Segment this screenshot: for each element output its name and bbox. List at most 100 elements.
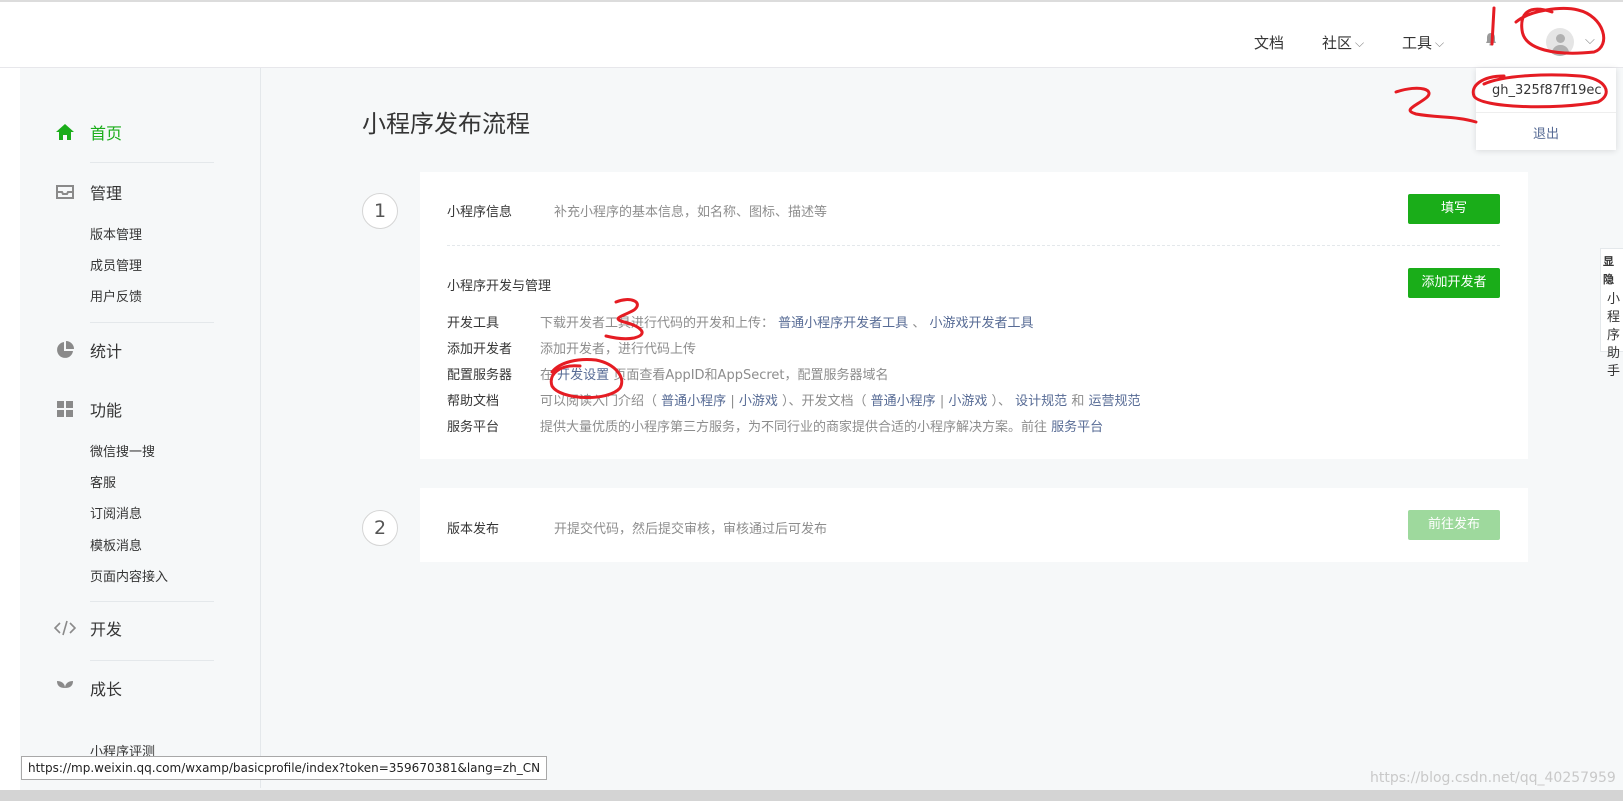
dev-settings-link[interactable]: 开发设置 bbox=[557, 368, 609, 383]
annotation-mark: 2 bbox=[1400, 91, 1401, 93]
sidebar-item-label: 开发 bbox=[90, 620, 123, 639]
sidebar-item-label: 成长 bbox=[90, 680, 123, 699]
chevron-down-icon: ⌵ bbox=[1355, 36, 1365, 50]
row-label: 配置服务器 bbox=[447, 368, 513, 383]
game-dev-tool-link[interactable]: 小游戏开发者工具 bbox=[929, 316, 1033, 331]
row-label: 帮助文档 bbox=[447, 394, 500, 409]
inbox-icon bbox=[54, 181, 76, 203]
top-header: 文档 社区 ⌵ 工具 ⌵ ⌵ bbox=[0, 0, 1623, 68]
nav-docs[interactable]: 文档 bbox=[1254, 32, 1284, 53]
sidebar-item-manage[interactable]: 管理 bbox=[54, 180, 122, 204]
row-label: 服务平台 bbox=[447, 420, 500, 435]
dropdown-divider bbox=[1476, 112, 1616, 113]
sidebar-item-home[interactable]: 首页 bbox=[54, 120, 122, 144]
intro-minigame-link[interactable]: 小游戏 bbox=[739, 394, 778, 409]
horizontal-scrollbar[interactable] bbox=[0, 790, 1623, 801]
bell-icon[interactable] bbox=[1485, 32, 1497, 46]
row-text: 提供大量优质的小程序第三方服务，为不同行业的商家提供合适的小程序解决方案。前往 bbox=[540, 420, 1048, 435]
sidebar-divider bbox=[90, 322, 214, 323]
dev-title: 小程序开发与管理 bbox=[447, 279, 552, 294]
sidebar-subitem-service[interactable]: 客服 bbox=[90, 472, 116, 491]
sidebar-item-develop[interactable]: 开发 bbox=[54, 616, 122, 640]
service-platform-link[interactable]: 服务平台 bbox=[1051, 420, 1103, 435]
status-bar-url: https://mp.weixin.qq.com/wxamp/basicprof… bbox=[21, 756, 548, 780]
row-label: 开发工具 bbox=[447, 316, 500, 331]
annotation-stroke bbox=[1394, 86, 1478, 124]
row-text: 页面查看AppID和AppSecret，配置服务器域名 bbox=[613, 368, 889, 383]
row-desc: 下载开发者工具进行代码的开发和上传： 普通小程序开发者工具 、 小游戏开发者工具 bbox=[540, 312, 1033, 331]
card-divider bbox=[447, 245, 1500, 246]
page-title: 小程序发布流程 bbox=[362, 110, 530, 138]
release-desc: 开提交代码，然后提交审核，审核通过后可发布 bbox=[554, 522, 828, 537]
home-icon bbox=[54, 121, 76, 143]
nav-tools-label: 工具 bbox=[1402, 34, 1433, 52]
ops-spec-link[interactable]: 运营规范 bbox=[1088, 394, 1140, 409]
docs-minigame-link[interactable]: 小游戏 bbox=[948, 394, 987, 409]
code-icon bbox=[54, 617, 76, 639]
assistant-label-char: 程 bbox=[1607, 310, 1621, 325]
sidebar-subitem-template[interactable]: 模板消息 bbox=[90, 535, 142, 554]
sidebar-subitem-members[interactable]: 成员管理 bbox=[90, 255, 142, 274]
row-text: ）、开发文档（ bbox=[782, 394, 867, 409]
sidebar-divider bbox=[90, 660, 214, 661]
add-developer-button[interactable]: 添加开发者 bbox=[1408, 268, 1500, 298]
miniprogram-assistant-tab[interactable]: 显隐 小 程 序 助 手 bbox=[1600, 248, 1623, 379]
nav-tools[interactable]: 工具 ⌵ bbox=[1402, 32, 1444, 53]
release-label: 版本发布 bbox=[447, 522, 500, 537]
assistant-label-char: 小 bbox=[1607, 292, 1621, 307]
logout-button[interactable]: 退出 bbox=[1476, 123, 1616, 142]
left-strip bbox=[0, 68, 20, 801]
pie-chart-icon bbox=[54, 339, 76, 361]
assistant-label-char: 手 bbox=[1607, 364, 1621, 379]
row-text: ）、 bbox=[991, 394, 1012, 409]
fill-info-button[interactable]: 填写 bbox=[1408, 194, 1500, 224]
row-label: 添加开发者 bbox=[447, 342, 513, 357]
sidebar-subitem-version[interactable]: 版本管理 bbox=[90, 224, 142, 243]
row-desc: 添加开发者，进行代码上传 bbox=[540, 342, 697, 357]
grid-icon bbox=[54, 398, 76, 420]
step-number: 2 bbox=[362, 510, 398, 546]
row-text: 在 bbox=[540, 368, 554, 383]
go-release-button[interactable]: 前往发布 bbox=[1408, 510, 1500, 540]
info-label: 小程序信息 bbox=[447, 205, 513, 220]
intro-miniprogram-link[interactable]: 普通小程序 bbox=[661, 394, 726, 409]
sidebar-subitem-feedback[interactable]: 用户反馈 bbox=[90, 286, 142, 305]
assistant-label-char: 序 bbox=[1607, 328, 1621, 343]
avatar[interactable] bbox=[1546, 28, 1574, 56]
sidebar-item-growth[interactable]: 成长 bbox=[54, 676, 122, 700]
docs-miniprogram-link[interactable]: 普通小程序 bbox=[871, 394, 936, 409]
sidebar-item-label: 首页 bbox=[90, 124, 123, 143]
sprout-icon bbox=[54, 677, 76, 699]
step2-card: 版本发布 开提交代码，然后提交审核，审核通过后可发布 前往发布 bbox=[420, 488, 1528, 562]
sidebar-subitem-content[interactable]: 页面内容接入 bbox=[90, 566, 168, 585]
chevron-down-icon[interactable]: ⌵ bbox=[1585, 33, 1595, 48]
watermark: https://blog.csdn.net/qq_40257959 bbox=[1370, 770, 1616, 786]
separator: 、 bbox=[912, 316, 926, 331]
row-desc: 可以阅读入门介绍（ 普通小程序 | 小游戏 ）、开发文档（ 普通小程序 | 小游… bbox=[540, 390, 1140, 409]
sidebar-item-stats[interactable]: 统计 bbox=[54, 338, 122, 362]
assistant-toggle[interactable]: 显隐 bbox=[1603, 253, 1623, 289]
row-desc: 在 开发设置 页面查看AppID和AppSecret，配置服务器域名 bbox=[540, 364, 889, 383]
sidebar-subitem-search[interactable]: 微信搜一搜 bbox=[90, 441, 155, 460]
step-number: 1 bbox=[362, 193, 398, 229]
dev-tool-link[interactable]: 普通小程序开发者工具 bbox=[778, 316, 908, 331]
chevron-down-icon: ⌵ bbox=[1435, 36, 1445, 50]
sidebar-divider bbox=[90, 601, 214, 602]
sidebar-item-label: 功能 bbox=[90, 401, 123, 420]
sidebar-divider bbox=[90, 162, 214, 163]
design-spec-link[interactable]: 设计规范 bbox=[1015, 394, 1067, 409]
nav-community[interactable]: 社区 ⌵ bbox=[1322, 32, 1364, 53]
sidebar-subitem-subscribe[interactable]: 订阅消息 bbox=[90, 503, 142, 522]
separator: | bbox=[730, 394, 735, 409]
info-desc: 补充小程序的基本信息，如名称、图标、描述等 bbox=[554, 205, 828, 220]
sidebar-item-label: 管理 bbox=[90, 184, 123, 203]
row-text: 和 bbox=[1071, 394, 1085, 409]
sidebar-item-features[interactable]: 功能 bbox=[54, 397, 122, 421]
separator: | bbox=[939, 394, 945, 409]
nav-community-label: 社区 bbox=[1322, 34, 1353, 52]
assistant-label-char: 助 bbox=[1607, 346, 1621, 361]
account-dropdown: gh_325f87ff19ec 退出 bbox=[1476, 68, 1616, 150]
sidebar-item-label: 统计 bbox=[90, 342, 123, 361]
sidebar: 首页 管理 版本管理 成员管理 用户反馈 统计 功能 微信搜一搜 客服 订阅消息… bbox=[20, 68, 261, 788]
step1-card: 小程序信息 补充小程序的基本信息，如名称、图标、描述等 填写 小程序开发与管理 … bbox=[420, 172, 1528, 459]
